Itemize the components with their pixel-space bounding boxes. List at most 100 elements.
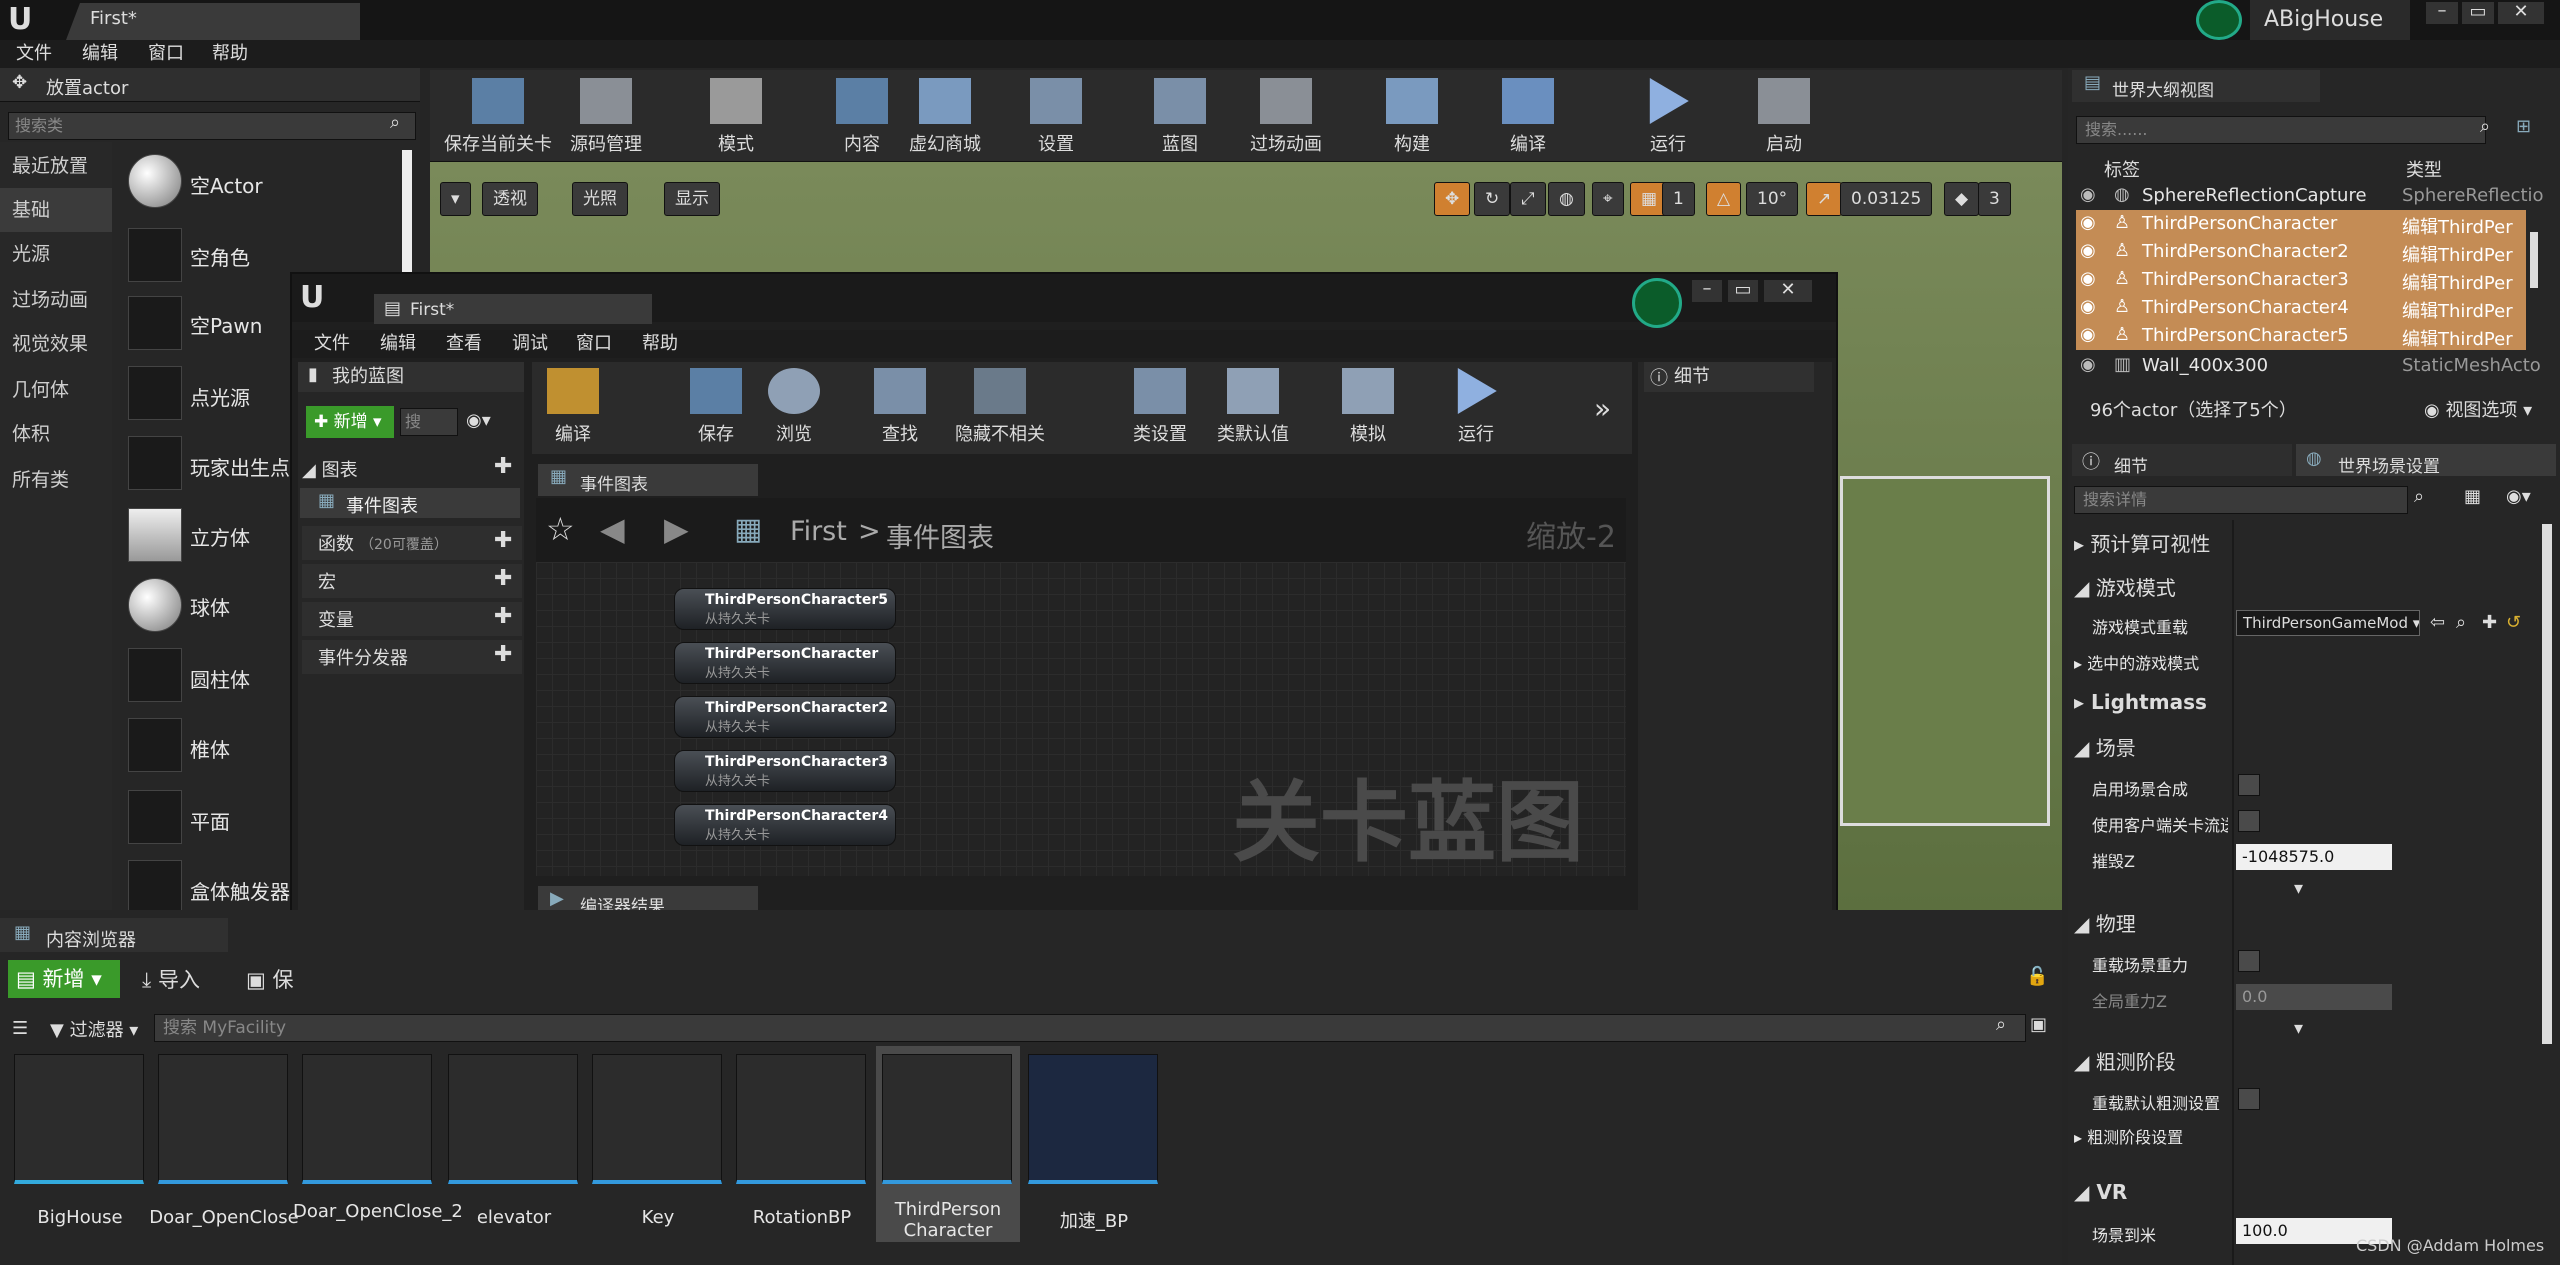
source-control-icon[interactable] (2196, 0, 2242, 40)
visibility-eye-icon[interactable]: ◉ (2080, 268, 2096, 289)
place-item-label[interactable]: 球体 (190, 592, 230, 621)
empty-character-icon[interactable] (128, 228, 182, 282)
kill-z-input[interactable]: -1048575.0 (2236, 844, 2392, 870)
asset-tile[interactable]: BigHouse (14, 1054, 144, 1228)
bp-menu-debug[interactable]: 调试 (512, 330, 548, 358)
grid-view-icon[interactable]: ▦ (2464, 486, 2481, 507)
actor-reference-node[interactable]: ThirdPersonCharacter 从持久关卡 (674, 642, 896, 684)
enable-composition-checkbox[interactable] (2238, 774, 2260, 796)
add-function-icon[interactable]: ✚ (494, 528, 512, 553)
modes-button[interactable]: 模式 (700, 78, 772, 156)
menu-help[interactable]: 帮助 (212, 40, 248, 68)
save-level-button[interactable]: 保存当前关卡 (442, 78, 554, 156)
details-tab[interactable] (2072, 444, 2292, 476)
point-light-icon[interactable] (128, 366, 182, 420)
asset-tile[interactable]: Doar_OpenClose (149, 1054, 299, 1228)
bp-play-button[interactable]: 运行 (1440, 368, 1512, 446)
expand-icon[interactable]: ▾ (2294, 878, 2303, 899)
physics-section[interactable]: ◢ 物理 (2074, 908, 2136, 937)
outliner-scrollbar[interactable] (2530, 232, 2538, 288)
broadphase-section[interactable]: ◢ 粗测阶段 (2074, 1046, 2176, 1075)
lock-icon[interactable]: 🔓 (2026, 966, 2048, 987)
minimize-icon[interactable]: – (2426, 2, 2458, 24)
add-variable-icon[interactable]: ✚ (494, 604, 512, 629)
outliner-search-input[interactable]: 搜索...... (2076, 116, 2486, 144)
content-button[interactable]: 内容 (826, 78, 898, 156)
cinematics-button[interactable]: 过场动画 (1240, 78, 1332, 156)
eye-icon[interactable]: ◉▾ (2506, 486, 2531, 507)
outliner-col-label[interactable]: 标签 (2104, 156, 2140, 182)
place-item-label[interactable]: 玩家出生点 (190, 452, 290, 481)
close-icon[interactable]: ✕ (2498, 2, 2544, 24)
precompute-visibility-section[interactable]: ▸ 预计算可视性 (2074, 528, 2210, 557)
sources-toggle-icon[interactable]: ☰ (12, 1018, 28, 1039)
eye-icon[interactable]: ◉▾ (466, 410, 491, 431)
launch-button[interactable]: 启动 (1748, 78, 1820, 156)
outliner-row-selected[interactable]: ◉ ♙ ThirdPersonCharacter 编辑ThirdPer (2076, 210, 2526, 238)
outliner-row[interactable]: ◉ ▥ Wall_400x300 StaticMeshActo (2076, 352, 2541, 380)
place-item-label[interactable]: 盒体触发器 (190, 876, 290, 905)
asset-tile[interactable]: 加速_BP (1028, 1054, 1158, 1232)
visibility-eye-icon[interactable]: ◉ (2080, 354, 2096, 375)
expand-icon[interactable]: ▾ (2294, 1018, 2303, 1039)
settings-button[interactable]: 设置 (1020, 78, 1092, 156)
camera-speed-icon[interactable]: ◆ (1944, 182, 1980, 216)
bp-class-settings-button[interactable]: 类设置 (1124, 368, 1196, 446)
viewport-options-icon[interactable]: ▾ (440, 182, 471, 216)
surface-snap-icon[interactable]: ⌖ (1592, 182, 1624, 216)
world-section[interactable]: ◢ 场景 (2074, 732, 2136, 761)
category-geometry[interactable]: 几何体 (0, 368, 112, 412)
scale-snap-icon[interactable]: ↗ (1806, 182, 1843, 216)
marketplace-button[interactable]: 虚幻商城 (904, 78, 986, 156)
breadcrumb-root[interactable]: First (790, 516, 847, 547)
place-item-label[interactable]: 圆柱体 (190, 664, 250, 693)
outliner-row-selected[interactable]: ◉ ♙ ThirdPersonCharacter3 编辑ThirdPer (2076, 266, 2526, 294)
cone-icon[interactable] (128, 718, 182, 772)
box-trigger-icon[interactable] (128, 860, 182, 914)
details-scrollbar[interactable] (2542, 524, 2552, 1044)
maximize-icon[interactable]: ▭ (2462, 2, 2494, 24)
player-start-icon[interactable] (128, 436, 182, 490)
cb-new-button[interactable]: ▤ 新增 ▾ (8, 960, 120, 998)
translate-icon[interactable]: ✥ (1434, 182, 1471, 216)
bp-hide-unrelated-button[interactable]: 隐藏不相关 (944, 368, 1056, 446)
add-graph-icon[interactable]: ✚ (494, 454, 512, 479)
grid-size[interactable]: 1 (1662, 182, 1695, 216)
visibility-eye-icon[interactable]: ◉ (2080, 296, 2096, 317)
asset-tile[interactable]: RotationBP (736, 1054, 866, 1228)
place-item-label[interactable]: 点光源 (190, 382, 250, 411)
cylinder-icon[interactable] (128, 648, 182, 702)
rotation-snap-value[interactable]: 10° (1746, 182, 1799, 216)
new-button[interactable]: ✚ 新增 ▾ (306, 406, 394, 438)
asset-tile[interactable]: Doar_OpenClose_2 (293, 1054, 463, 1222)
selected-game-mode-row[interactable]: ▸ 选中的游戏模式 (2074, 650, 2199, 674)
lightmass-section[interactable]: ▸ Lightmass (2074, 690, 2207, 714)
source-control-icon[interactable] (1632, 278, 1682, 328)
client-streaming-checkbox[interactable] (2238, 810, 2260, 832)
show-button[interactable]: 显示 (664, 182, 720, 216)
empty-pawn-icon[interactable] (128, 296, 182, 350)
rotate-icon[interactable]: ↻ (1474, 182, 1511, 216)
actor-reference-node[interactable]: ThirdPersonCharacter4 从持久关卡 (674, 804, 896, 846)
graphs-section[interactable]: ◢ 图表 (302, 456, 358, 482)
category-all-classes[interactable]: 所有类 (0, 458, 112, 502)
bp-class-defaults-button[interactable]: 类默认值 (1212, 368, 1294, 446)
asset-tile[interactable]: Key (592, 1054, 722, 1228)
details-search-input[interactable]: 搜索详情 (2074, 486, 2408, 514)
bp-find-button[interactable]: 查找 (864, 368, 936, 446)
bp-menu-view[interactable]: 查看 (446, 330, 482, 358)
bp-menu-help[interactable]: 帮助 (642, 330, 678, 358)
sphere-icon[interactable] (128, 578, 182, 632)
bp-browse-button[interactable]: 浏览 (758, 368, 830, 446)
category-recent[interactable]: 最近放置 (0, 144, 112, 188)
asset-tile[interactable]: ThirdPerson Character (882, 1054, 1012, 1241)
import-button[interactable]: ⤓ 导入 (142, 964, 200, 994)
back-icon[interactable]: ◀ (600, 510, 625, 548)
place-item-label[interactable]: 空Pawn (190, 310, 262, 339)
cube-icon[interactable] (128, 508, 182, 562)
add-actor-icon[interactable]: ⊞ (2516, 116, 2531, 137)
menu-file[interactable]: 文件 (16, 40, 52, 68)
bp-menu-file[interactable]: 文件 (314, 330, 350, 358)
more-icon[interactable]: » (1594, 392, 1611, 425)
outliner-row-selected[interactable]: ◉ ♙ ThirdPersonCharacter2 编辑ThirdPer (2076, 238, 2526, 266)
